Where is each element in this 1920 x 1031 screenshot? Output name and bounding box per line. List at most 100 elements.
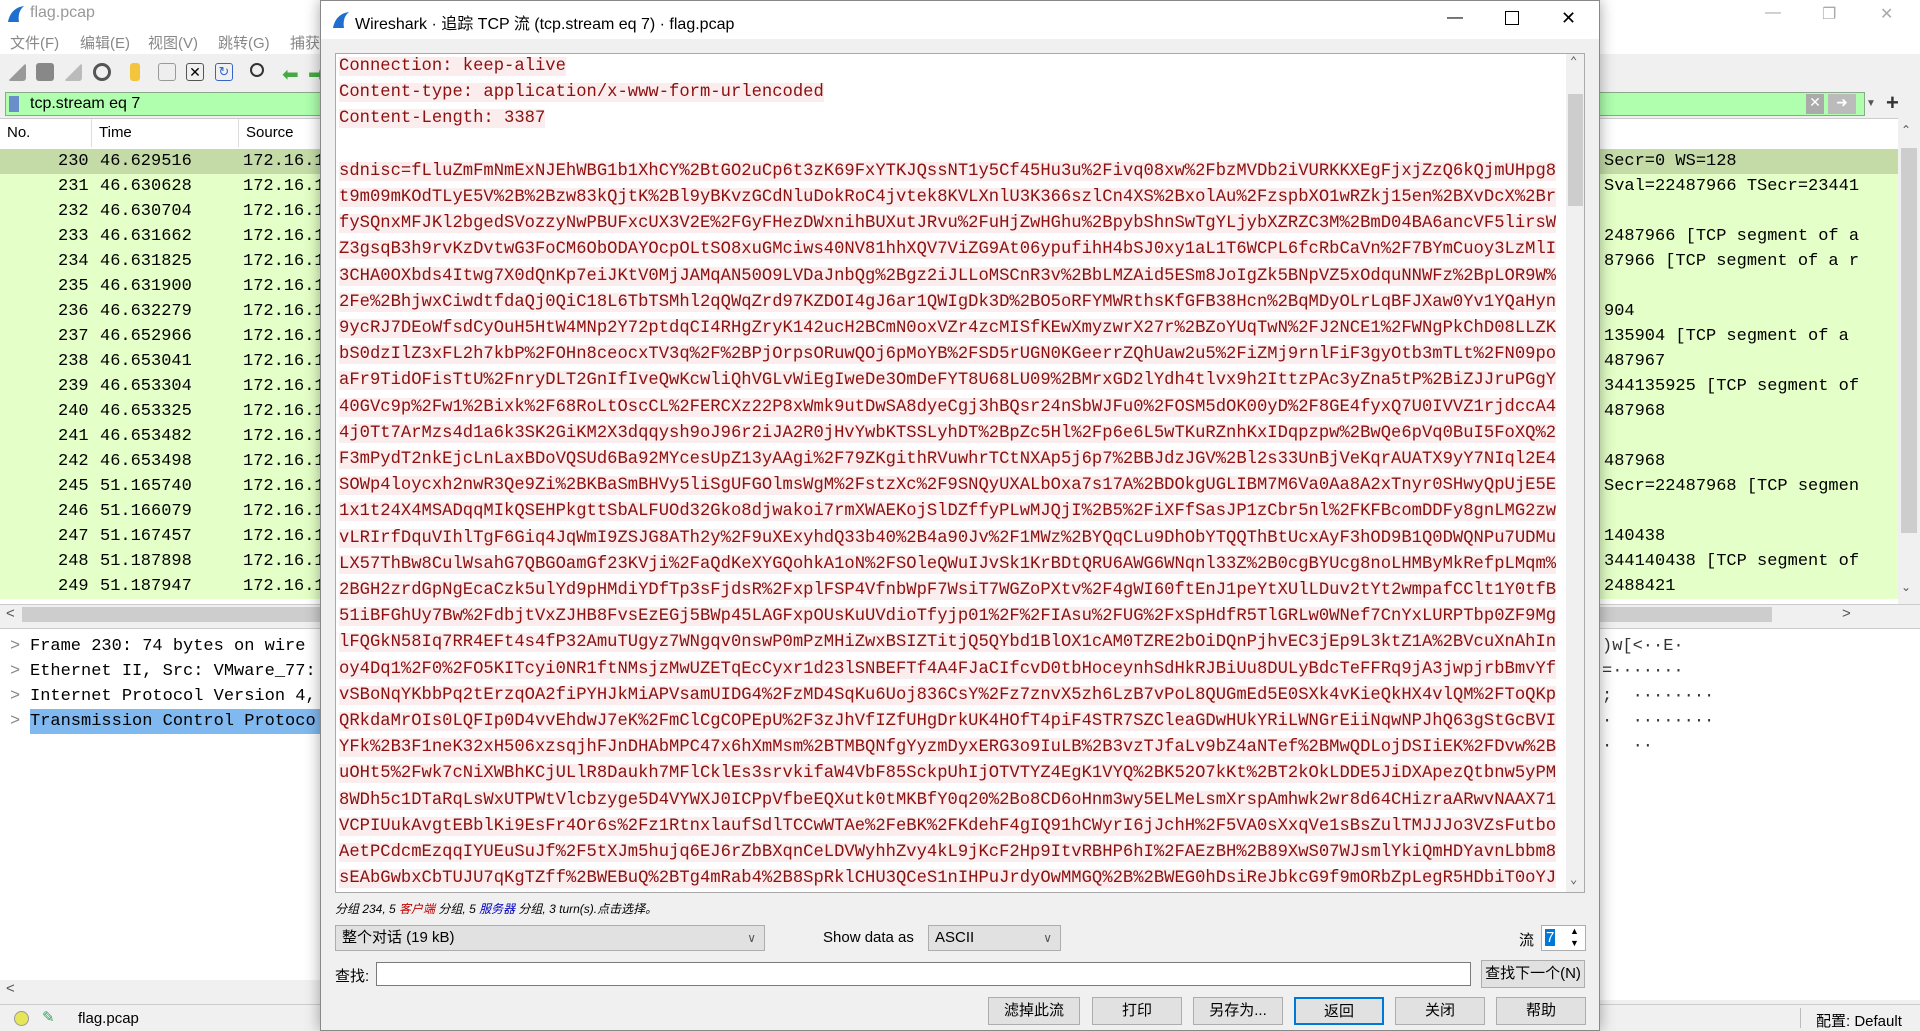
- print-button[interactable]: 打印: [1092, 997, 1182, 1025]
- chevron-right-icon[interactable]: >: [10, 684, 20, 709]
- stream-line: 9ycRJ7DEoWfsdCyOuH5HtW4MNp2Y72ptdqCI4RHg…: [339, 316, 1557, 342]
- stream-line: 40GVc9p%2Fw1%2Bixk%2F68RoLtOscCL%2FERCXz…: [339, 395, 1557, 421]
- minimize-icon[interactable]: —: [1765, 4, 1781, 22]
- scroll-up-icon[interactable]: ⌃: [1901, 123, 1911, 137]
- menu-edit[interactable]: 编辑(E): [80, 32, 130, 53]
- maximize-icon[interactable]: [1505, 11, 1519, 25]
- scrollbar-thumb[interactable]: [1901, 148, 1917, 533]
- help-button[interactable]: 帮助: [1496, 997, 1586, 1025]
- http-body-line: AetPCdcmEzqqIYUEuSuJf%2F5tXJm5hujq6EJ6rZ…: [339, 843, 1557, 862]
- scroll-left-icon[interactable]: <: [6, 980, 15, 997]
- expert-info-icon[interactable]: [14, 1011, 29, 1026]
- details-tree-item[interactable]: > Frame 230: 74 bytes on wire: [0, 634, 320, 659]
- stream-content-text[interactable]: Connection: keep-alive Content-type: appl…: [335, 53, 1585, 893]
- menu-file[interactable]: 文件(F): [10, 32, 59, 53]
- bytes-ascii-row[interactable]: · ········: [1602, 709, 1714, 734]
- client-packets-link[interactable]: 客户端: [399, 902, 435, 916]
- save-as-button[interactable]: 另存为...: [1193, 997, 1283, 1025]
- bytes-ascii-row[interactable]: )w[<··E·: [1602, 634, 1684, 659]
- packet-number: 237: [58, 327, 89, 346]
- details-tree-item[interactable]: > Ethernet II, Src: VMware_77:: [0, 659, 320, 684]
- spin-up-icon[interactable]: ▲: [1570, 926, 1579, 936]
- status-profile[interactable]: 配置: Default: [1816, 1010, 1902, 1031]
- scroll-left-icon[interactable]: <: [6, 605, 15, 622]
- start-capture-icon[interactable]: [8, 63, 26, 81]
- details-item-label: Ethernet II, Src: VMware_77:: [30, 662, 316, 681]
- clear-filter-icon[interactable]: ✕: [1806, 94, 1824, 114]
- details-tree-item[interactable]: > Internet Protocol Version 4,: [0, 684, 320, 709]
- scroll-right-icon[interactable]: >: [1842, 605, 1851, 622]
- bytes-ascii-row[interactable]: =·······: [1602, 659, 1684, 684]
- details-item-label: Transmission Control Protoco: [30, 709, 330, 734]
- show-data-as-select[interactable]: ASCII ∨: [928, 925, 1061, 951]
- column-header-time[interactable]: Time: [92, 119, 239, 147]
- dialog-title: Wireshark · 追踪 TCP 流 (tcp.stream eq 7) ·…: [355, 16, 735, 33]
- menu-view[interactable]: 视图(V): [148, 32, 198, 53]
- packet-source: 172.16.1: [243, 252, 325, 271]
- find-packet-icon[interactable]: [250, 63, 264, 77]
- stream-vertical-scrollbar[interactable]: ⌃ ⌄: [1566, 54, 1584, 892]
- capture-comment-icon[interactable]: ✎: [42, 1008, 55, 1026]
- add-filter-button-icon[interactable]: +: [1886, 90, 1899, 116]
- packet-number: 239: [58, 377, 89, 396]
- stop-capture-icon[interactable]: [36, 63, 54, 81]
- minimize-icon[interactable]: —: [1447, 9, 1463, 27]
- server-packets-link[interactable]: 服务器: [479, 902, 515, 916]
- wireshark-logo-icon: [8, 6, 24, 22]
- restore-icon[interactable]: ❐: [1822, 4, 1836, 24]
- packet-info: Secr=0 WS=128: [1604, 152, 1737, 171]
- packet-source: 172.16.1: [243, 352, 325, 371]
- open-file-icon[interactable]: [130, 63, 140, 81]
- details-tree-item[interactable]: > Transmission Control Protoco: [0, 709, 330, 734]
- spin-down-icon[interactable]: ▼: [1570, 938, 1579, 948]
- packet-time: 46.631662: [100, 227, 192, 246]
- scrollbar-thumb[interactable]: [1568, 94, 1583, 206]
- bookmark-icon[interactable]: [9, 96, 19, 112]
- http-body-line: lFQGkN58Iq7RR4EFt4s4fP32AmuTUgyz7WNgqv0n…: [339, 633, 1557, 653]
- stream-summary: 分组 234, 5 客户端 分组, 5 服务器 分组, 3 turn(s).点击…: [335, 900, 657, 917]
- scroll-up-icon[interactable]: ⌃: [1570, 54, 1577, 69]
- column-header-no[interactable]: No.: [0, 119, 92, 147]
- close-icon[interactable]: ✕: [1880, 4, 1893, 24]
- bytes-ascii-row[interactable]: ; ········: [1602, 684, 1714, 709]
- close-button[interactable]: 关闭: [1395, 997, 1485, 1025]
- restart-capture-icon[interactable]: [64, 63, 82, 81]
- capture-options-icon[interactable]: [93, 63, 111, 81]
- stream-number-value[interactable]: 7: [1545, 929, 1556, 946]
- stream-line: uOHt5%2Fwk7cNiXWBhKCjULlR8Daukh7MFlCklEs…: [339, 761, 1557, 787]
- reload-icon[interactable]: ↻: [215, 63, 233, 81]
- filter-history-chevron-icon[interactable]: ▼: [1866, 93, 1876, 115]
- chevron-right-icon[interactable]: >: [10, 709, 20, 734]
- bytes-ascii-row[interactable]: · ··: [1602, 734, 1653, 759]
- packet-number: 248: [58, 552, 89, 571]
- display-filter-input[interactable]: tcp.stream eq 7: [30, 95, 140, 113]
- packet-time: 51.187898: [100, 552, 192, 571]
- conversation-select[interactable]: 整个对话 (19 kB) ∨: [335, 925, 765, 951]
- http-body-line: VCPIUukAvgtEBblKi9EsFr4Or6s%2Fz1Rtnxlauf…: [339, 816, 1557, 836]
- back-button[interactable]: 返回: [1294, 997, 1384, 1025]
- filter-out-stream-button[interactable]: 滤掉此流: [988, 997, 1080, 1025]
- close-icon[interactable]: ✕: [1561, 8, 1576, 29]
- packet-time: 46.630628: [100, 177, 192, 196]
- http-body-line: uOHt5%2Fwk7cNiXWBhKCjULlR8Daukh7MFlCklEs…: [339, 764, 1557, 784]
- packet-number: 245: [58, 477, 89, 496]
- stream-number-spinbox[interactable]: 7 ▲ ▼: [1541, 925, 1586, 951]
- close-file-icon[interactable]: ✕: [186, 63, 204, 81]
- apply-filter-icon[interactable]: ➜: [1828, 94, 1856, 114]
- packet-info: 344135925 [TCP segment of: [1604, 377, 1860, 396]
- go-back-icon[interactable]: ⬅: [282, 62, 299, 87]
- save-file-icon[interactable]: [158, 63, 176, 81]
- packet-list-vertical-scrollbar[interactable]: ⌃ ⌄: [1898, 118, 1920, 604]
- details-horizontal-scrollbar[interactable]: <: [0, 980, 320, 1000]
- packet-number: 231: [58, 177, 89, 196]
- chevron-right-icon[interactable]: >: [10, 634, 20, 659]
- menu-go[interactable]: 跳转(G): [218, 32, 270, 53]
- stream-line: Connection: keep-alive: [339, 54, 566, 80]
- find-next-button[interactable]: 查找下一个(N): [1481, 960, 1585, 988]
- scroll-down-icon[interactable]: ⌄: [1901, 580, 1911, 594]
- scroll-down-icon[interactable]: ⌄: [1570, 872, 1577, 887]
- menu-capture[interactable]: 捕获: [290, 32, 320, 53]
- chevron-right-icon[interactable]: >: [10, 659, 20, 684]
- stream-line: 2Fe%2BhjwxCiwdtfdaQj0QiC18L6TbTSMhl2qQWq…: [339, 290, 1557, 316]
- find-input[interactable]: [376, 962, 1471, 986]
